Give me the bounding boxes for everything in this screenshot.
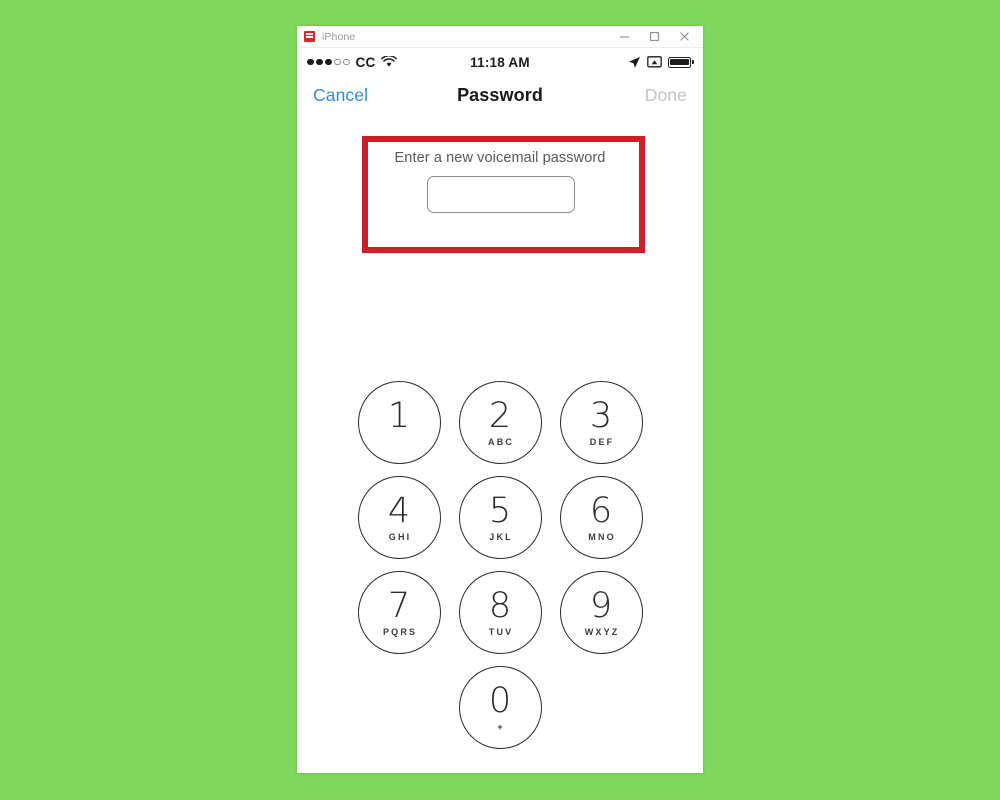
keypad-row: 0 + — [297, 666, 703, 749]
battery-icon — [667, 56, 694, 68]
keypad-row: 1 2 ABC 3 DEF — [297, 381, 703, 464]
window-title: iPhone — [322, 30, 356, 43]
close-icon — [679, 32, 689, 41]
key-digit: 6 — [589, 490, 613, 531]
cancel-button[interactable]: Cancel — [313, 85, 368, 106]
key-6[interactable]: 6 MNO — [559, 476, 643, 559]
key-digit: 0 — [488, 680, 512, 721]
maximize-icon — [649, 32, 659, 41]
numeric-keypad: 1 2 ABC 3 DEF 4 GHI 5 JKL 6 MNO 7 PQRS 8… — [297, 381, 703, 761]
location-arrow-icon — [628, 56, 640, 68]
window-titlebar: iPhone — [297, 26, 703, 48]
signal-dot — [343, 58, 350, 66]
key-digit: 1 — [387, 395, 411, 436]
battery-body — [667, 56, 691, 68]
status-bar-left: CC — [307, 54, 398, 70]
key-letters: MNO — [588, 531, 616, 542]
window-controls — [609, 27, 699, 47]
key-letters: PQRS — [382, 626, 418, 637]
key-digit: 9 — [589, 585, 613, 626]
keypad-row: 4 GHI 5 JKL 6 MNO — [297, 476, 703, 559]
key-9[interactable]: 9 WXYZ — [559, 571, 643, 654]
key-letters: JKL — [489, 531, 513, 542]
key-letters: WXYZ — [584, 626, 620, 637]
done-button[interactable]: Done — [645, 85, 687, 106]
battery-level — [670, 58, 689, 66]
signal-dot — [316, 58, 323, 66]
key-2[interactable]: 2 ABC — [458, 381, 542, 464]
navigation-bar: Cancel Password Done — [297, 76, 703, 114]
minimize-button[interactable] — [609, 27, 639, 47]
key-letters: DEF — [589, 436, 615, 447]
key-digit: 5 — [488, 490, 512, 531]
signal-dot — [325, 58, 332, 66]
key-5[interactable]: 5 JKL — [458, 476, 542, 559]
key-digit: 4 — [387, 490, 411, 531]
keypad-row: 7 PQRS 8 TUV 9 WXYZ — [297, 571, 703, 654]
iphone-mirroring-window: iPhone CC 11:18 AM Cancel Password Done … — [297, 26, 703, 773]
close-button[interactable] — [669, 27, 699, 47]
key-letters: ABC — [488, 436, 515, 447]
signal-dot — [334, 58, 341, 66]
key-0[interactable]: 0 + — [458, 666, 542, 749]
key-3[interactable]: 3 DEF — [559, 381, 643, 464]
key-digit: 2 — [488, 395, 512, 436]
key-1[interactable]: 1 — [357, 381, 441, 464]
carrier-label: CC — [355, 54, 376, 70]
battery-cap — [692, 59, 694, 65]
key-digit: 8 — [488, 585, 512, 626]
ios-status-bar: CC 11:18 AM — [297, 48, 703, 76]
key-4[interactable]: 4 GHI — [357, 476, 441, 559]
signal-strength-icon — [307, 58, 350, 66]
voicemail-password-input[interactable] — [427, 176, 575, 213]
minimize-icon — [619, 36, 629, 38]
key-7[interactable]: 7 PQRS — [357, 571, 441, 654]
maximize-button[interactable] — [639, 27, 669, 47]
status-bar-right — [628, 55, 694, 69]
key-digit: 3 — [589, 395, 613, 436]
key-digit: 7 — [387, 585, 411, 626]
key-letters: TUV — [488, 626, 514, 637]
key-letters: GHI — [388, 531, 412, 542]
screen-mirroring-icon — [646, 55, 662, 67]
key-letters: + — [497, 721, 505, 732]
password-prompt-label: Enter a new voicemail password — [394, 150, 606, 166]
iphone-app-icon — [304, 31, 315, 42]
key-8[interactable]: 8 TUV — [458, 571, 542, 654]
wifi-icon — [381, 56, 398, 67]
signal-dot — [307, 58, 314, 66]
